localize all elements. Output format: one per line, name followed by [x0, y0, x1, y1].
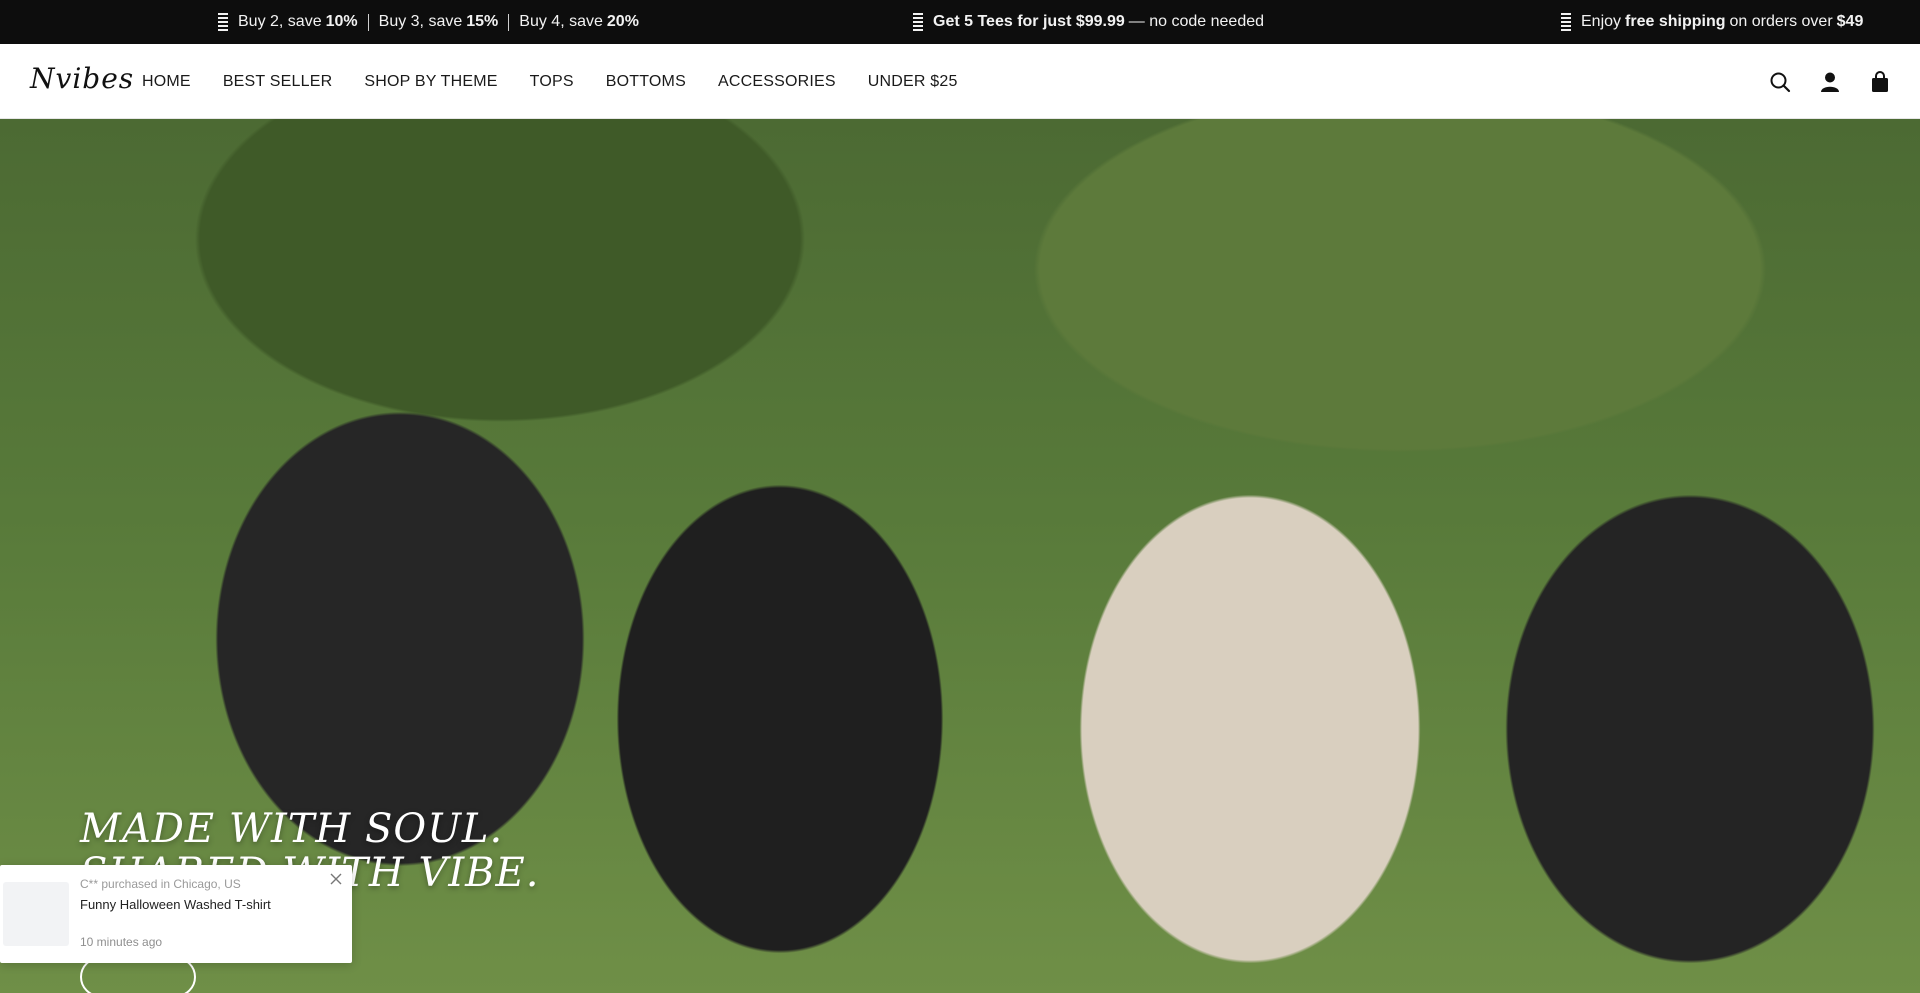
hero-banner[interactable]: MADE WITH SOUL. SHARED WITH VIBE. — [0, 119, 1920, 993]
divider — [367, 13, 369, 31]
announcement-shipping: Enjoy free shipping on orders over $49 — [1561, 0, 1863, 44]
main-nav: HOME BEST SELLER SHOP BY THEME TOPS BOTT… — [142, 44, 958, 119]
cart-icon[interactable] — [1868, 70, 1892, 94]
header-actions — [1768, 44, 1892, 119]
tag-icon — [913, 13, 923, 31]
announcement-bar: Buy 2, save 10% Buy 3, save 15% Buy 4, s… — [0, 0, 1920, 44]
divider — [508, 13, 510, 31]
nav-shop-by-theme[interactable]: SHOP BY THEME — [364, 73, 497, 91]
nav-tops[interactable]: TOPS — [530, 73, 574, 91]
product-thumbnail — [3, 882, 69, 946]
purchase-product[interactable]: Funny Halloween Washed T-shirt — [80, 897, 271, 912]
announcement-bundle: Get 5 Tees for just $99.99 — no code nee… — [913, 0, 1264, 44]
tag-icon — [1561, 13, 1571, 31]
close-icon[interactable] — [328, 871, 344, 887]
site-header: Nvibes HOME BEST SELLER SHOP BY THEME TO… — [0, 44, 1920, 119]
purchase-location: C** purchased in Chicago, US — [80, 877, 241, 891]
tag-icon — [218, 13, 228, 31]
purchase-notification[interactable]: C** purchased in Chicago, US Funny Hallo… — [0, 865, 352, 963]
nav-home[interactable]: HOME — [142, 73, 191, 91]
nav-bottoms[interactable]: BOTTOMS — [606, 73, 686, 91]
nav-best-seller[interactable]: BEST SELLER — [223, 73, 333, 91]
logo[interactable]: Nvibes — [30, 62, 134, 95]
nav-under-25[interactable]: UNDER $25 — [868, 73, 958, 91]
search-icon[interactable] — [1768, 70, 1792, 94]
purchase-time: 10 minutes ago — [80, 935, 163, 949]
announcement-discount: Buy 2, save 10% Buy 3, save 15% Buy 4, s… — [218, 0, 639, 44]
account-icon[interactable] — [1818, 70, 1842, 94]
nav-accessories[interactable]: ACCESSORIES — [718, 73, 836, 91]
